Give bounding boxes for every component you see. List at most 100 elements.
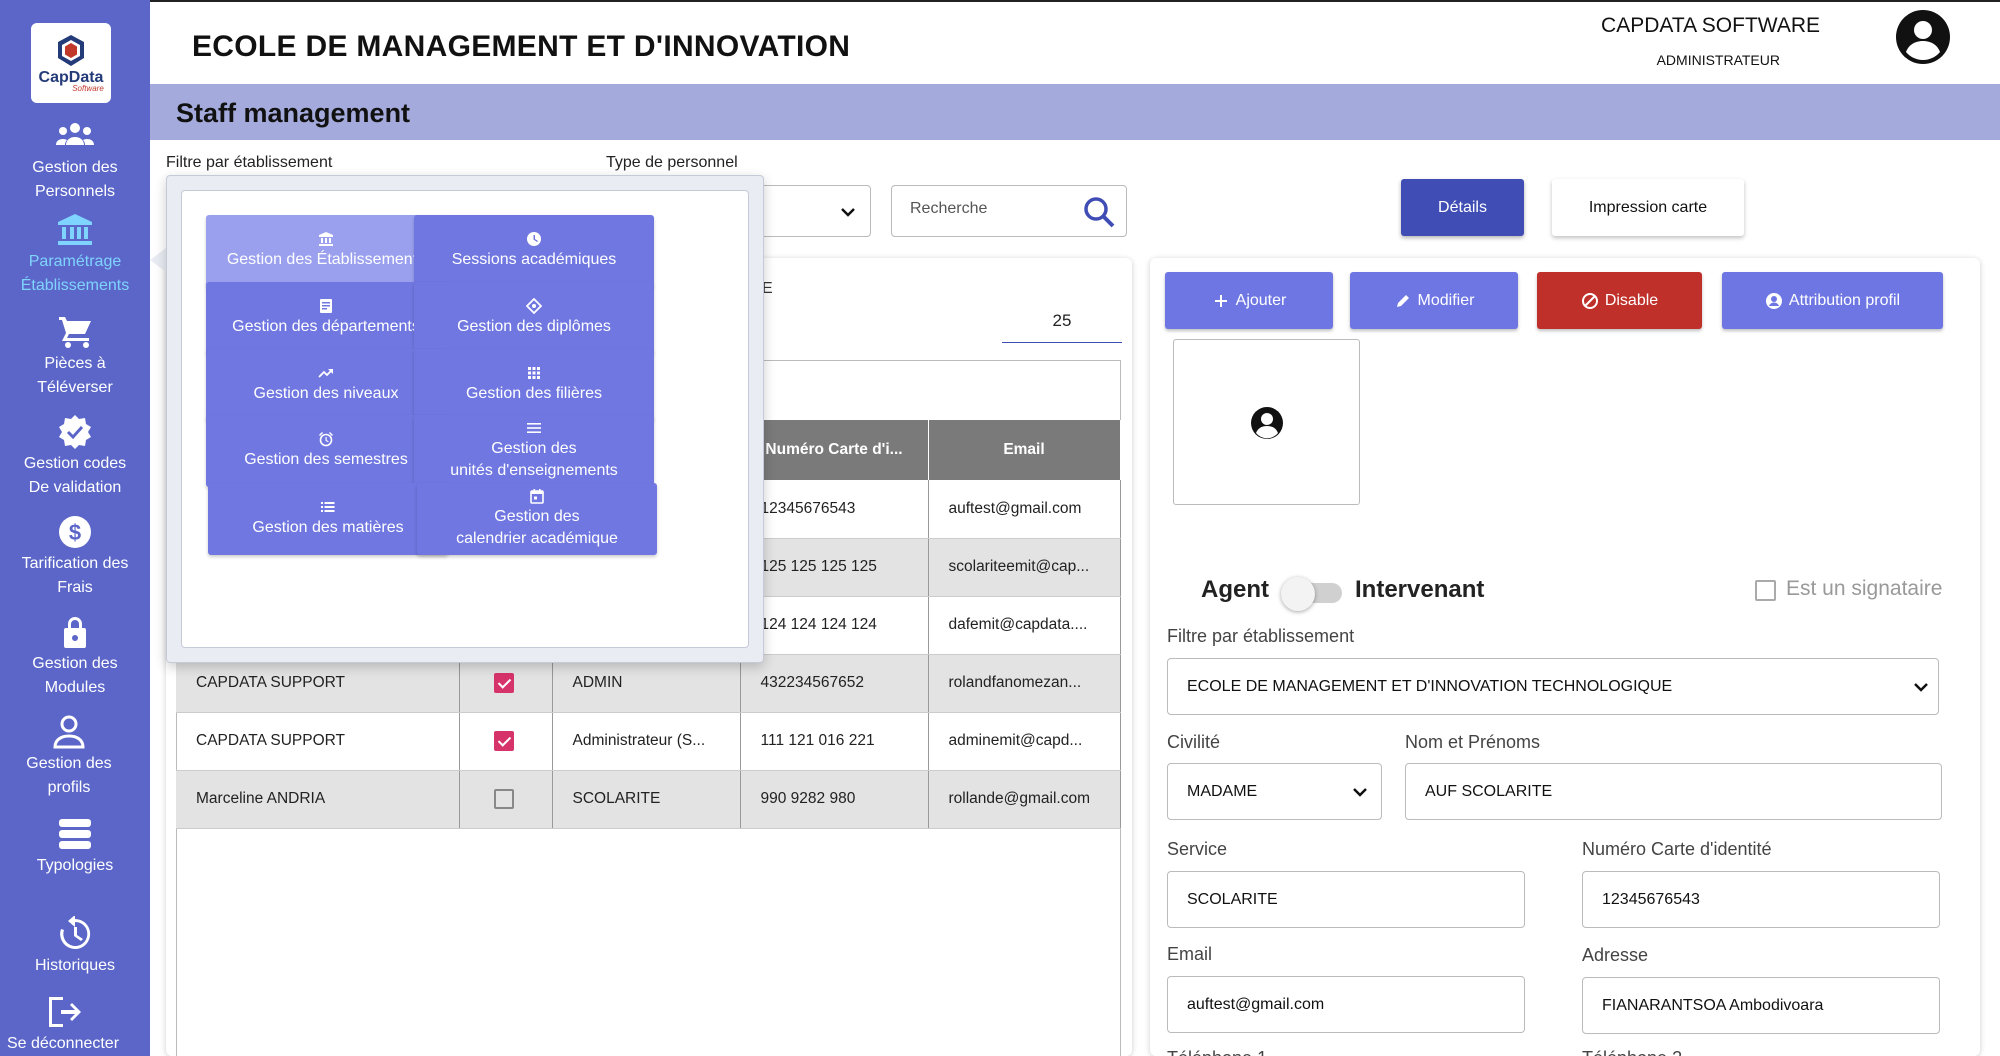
- storage-icon: [59, 819, 91, 849]
- nav-label: Paramétrage Établissements: [20, 253, 130, 294]
- email-value: auftest@gmail.com: [1187, 995, 1325, 1013]
- cell-check: [459, 770, 553, 829]
- svg-text:$: $: [69, 520, 81, 545]
- row-checkbox[interactable]: [493, 673, 514, 693]
- form-etab-value: ECOLE DE MANAGEMENT ET D'INNOVATION TECH…: [1187, 677, 1673, 695]
- menu-label-line2: unités d'enseignements: [450, 462, 618, 479]
- cell-email: dafemit@capdata....: [928, 596, 1121, 655]
- menu-label: Gestion des Établissements: [226, 251, 426, 268]
- cell-card: 990 9282 980: [740, 770, 929, 829]
- cell-name: CAPDATA SUPPORT: [176, 712, 460, 771]
- menu-etablissements-button[interactable]: Gestion des Établissements: [206, 215, 446, 287]
- tab-print-card[interactable]: Impression carte: [1552, 179, 1744, 236]
- cell-email: auftest@gmail.com: [928, 480, 1121, 539]
- search-icon[interactable]: [1082, 195, 1116, 229]
- menu-label-line2: calendrier académique: [456, 530, 618, 547]
- account-circle-icon[interactable]: [1896, 10, 1950, 64]
- cell-card: 125 125 125 125: [740, 538, 929, 597]
- top-header: ECOLE DE MANAGEMENT ET D'INNOVATION CAPD…: [150, 0, 2000, 84]
- nav-item-personnels[interactable]: Gestion des Personnels: [0, 118, 150, 204]
- rows-per-page-underline: [1002, 342, 1122, 343]
- civilite-label: Civilité: [1167, 732, 1221, 752]
- carte-value: 12345676543: [1602, 890, 1700, 908]
- form-etab-label: Filtre par établissement: [1167, 626, 1355, 646]
- menu-matieres-button[interactable]: Gestion des matières: [208, 483, 448, 555]
- disable-button[interactable]: Disable: [1537, 272, 1702, 329]
- email-label: Email: [1167, 944, 1213, 964]
- dollar-icon: $: [59, 516, 91, 548]
- menu-departements-button[interactable]: Gestion des départements: [206, 282, 446, 354]
- menu-niveaux-button[interactable]: Gestion des niveaux: [206, 349, 446, 421]
- school-title: ECOLE DE MANAGEMENT ET D'INNOVATION: [192, 30, 851, 63]
- menu-label: Gestion des diplômes: [457, 318, 611, 335]
- adresse-input[interactable]: FIANARANTSOA Ambodivoara: [1582, 977, 1940, 1034]
- nav-item-profils[interactable]: Gestion des profils: [0, 714, 144, 800]
- capdata-logo[interactable]: CapData Software: [31, 23, 111, 103]
- cell-card: 432234567652: [740, 654, 929, 713]
- nom-input[interactable]: AUF SCOLARITE: [1405, 763, 1942, 820]
- edit-button[interactable]: Modifier: [1350, 272, 1518, 329]
- list-icon: [321, 502, 335, 512]
- menu-sessions-button[interactable]: Sessions académiques: [414, 215, 654, 287]
- menu-unites-enseignement-button[interactable]: Gestion des unités d'enseignements: [414, 415, 654, 487]
- service-input[interactable]: SCOLARITE: [1167, 871, 1525, 928]
- table-row[interactable]: Marceline ANDRIA SCOLARITE 990 9282 980 …: [176, 770, 1121, 829]
- nav-item-typologies[interactable]: Typologies: [0, 816, 150, 878]
- article-icon: [320, 299, 332, 313]
- capdata-logo-icon: [58, 34, 84, 66]
- nav-item-etablissements[interactable]: Paramétrage Établissements: [0, 212, 150, 298]
- menu-diplomes-button[interactable]: Gestion des diplômes: [414, 282, 654, 354]
- table-row[interactable]: CAPDATA SUPPORT Administrateur (S... 111…: [176, 712, 1121, 771]
- clock-icon: [527, 232, 541, 246]
- adresse-label: Adresse: [1582, 945, 1649, 965]
- cell-service: Administrateur (S...: [552, 712, 741, 771]
- adresse-value: FIANARANTSOA Ambodivoara: [1602, 996, 1824, 1014]
- rows-per-page-value[interactable]: 25: [1002, 311, 1122, 331]
- menu-label: Gestion des filières: [465, 385, 603, 402]
- menu-filieres-button[interactable]: Gestion des filières: [414, 349, 654, 421]
- civilite-select[interactable]: MADAME: [1167, 763, 1382, 820]
- nav-item-modules[interactable]: Gestion des Modules: [0, 614, 150, 700]
- menu-label: Gestion des matières: [252, 519, 404, 536]
- logo-subtext: Software: [72, 83, 104, 93]
- form-etab-select[interactable]: ECOLE DE MANAGEMENT ET D'INNOVATION TECH…: [1167, 658, 1939, 715]
- search-box: [891, 185, 1127, 237]
- email-input[interactable]: auftest@gmail.com: [1167, 976, 1525, 1033]
- disable-label: Disable: [1604, 291, 1659, 309]
- carte-input[interactable]: 12345676543: [1582, 871, 1940, 928]
- account-circle-icon: [1251, 407, 1283, 439]
- tab-details[interactable]: Détails: [1401, 179, 1524, 236]
- signataire-checkbox[interactable]: [1755, 580, 1776, 601]
- nav-item-codes-validation[interactable]: Gestion codes De validation: [0, 414, 150, 500]
- add-button[interactable]: Ajouter: [1165, 272, 1333, 329]
- attribution-profil-button[interactable]: Attribution profil: [1722, 272, 1943, 329]
- bank-icon: [319, 232, 333, 246]
- nav-item-pieces[interactable]: Pièces à Téléverser: [0, 314, 150, 400]
- alarm-icon: [319, 432, 333, 447]
- col-header-card[interactable]: Numéro Carte d'i...: [740, 420, 929, 480]
- nav-item-logout[interactable]: Se déconnecter: [0, 994, 138, 1056]
- nav-item-historiques[interactable]: Historiques: [0, 916, 150, 978]
- history-icon: [60, 916, 91, 949]
- menu-calendrier-button[interactable]: Gestion des calendrier académique: [417, 483, 657, 555]
- cell-email: adminemit@capd...: [928, 712, 1121, 771]
- popup-content: Gestion des Établissements Sessions acad…: [181, 190, 749, 648]
- civilite-value: MADAME: [1187, 782, 1258, 800]
- search-input[interactable]: [910, 200, 1070, 218]
- apps-icon: [528, 367, 540, 379]
- plus-icon: [1214, 294, 1227, 307]
- cell-email: scolariteemit@cap...: [928, 538, 1121, 597]
- staff-photo[interactable]: [1173, 339, 1360, 505]
- menu-semestres-button[interactable]: Gestion des semestres: [206, 415, 446, 487]
- service-label: Service: [1167, 839, 1228, 859]
- nav-label: Tarification des Frais: [21, 555, 129, 596]
- menu-icon: [527, 423, 541, 433]
- toggle-knob[interactable]: [1281, 577, 1315, 611]
- menu-label: Gestion des: [491, 440, 577, 457]
- col-header-email[interactable]: Email: [928, 420, 1121, 480]
- nav-item-tarification[interactable]: $ Tarification des Frais: [0, 514, 150, 600]
- nav-label: Gestion codes De validation: [23, 455, 127, 496]
- row-checkbox[interactable]: [493, 731, 514, 751]
- row-checkbox[interactable]: [493, 789, 514, 809]
- account-circle-icon: [1765, 292, 1782, 309]
